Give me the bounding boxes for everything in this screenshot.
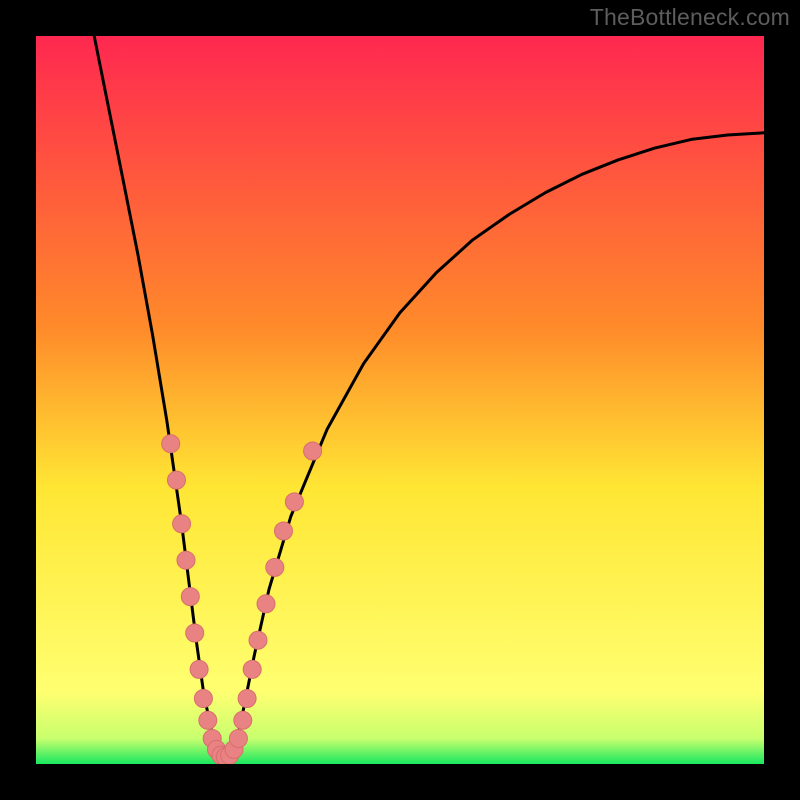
plot-area (36, 36, 764, 764)
chart-frame: TheBottleneck.com (0, 0, 800, 800)
watermark-label: TheBottleneck.com (590, 4, 790, 31)
background-gradient (36, 36, 764, 764)
